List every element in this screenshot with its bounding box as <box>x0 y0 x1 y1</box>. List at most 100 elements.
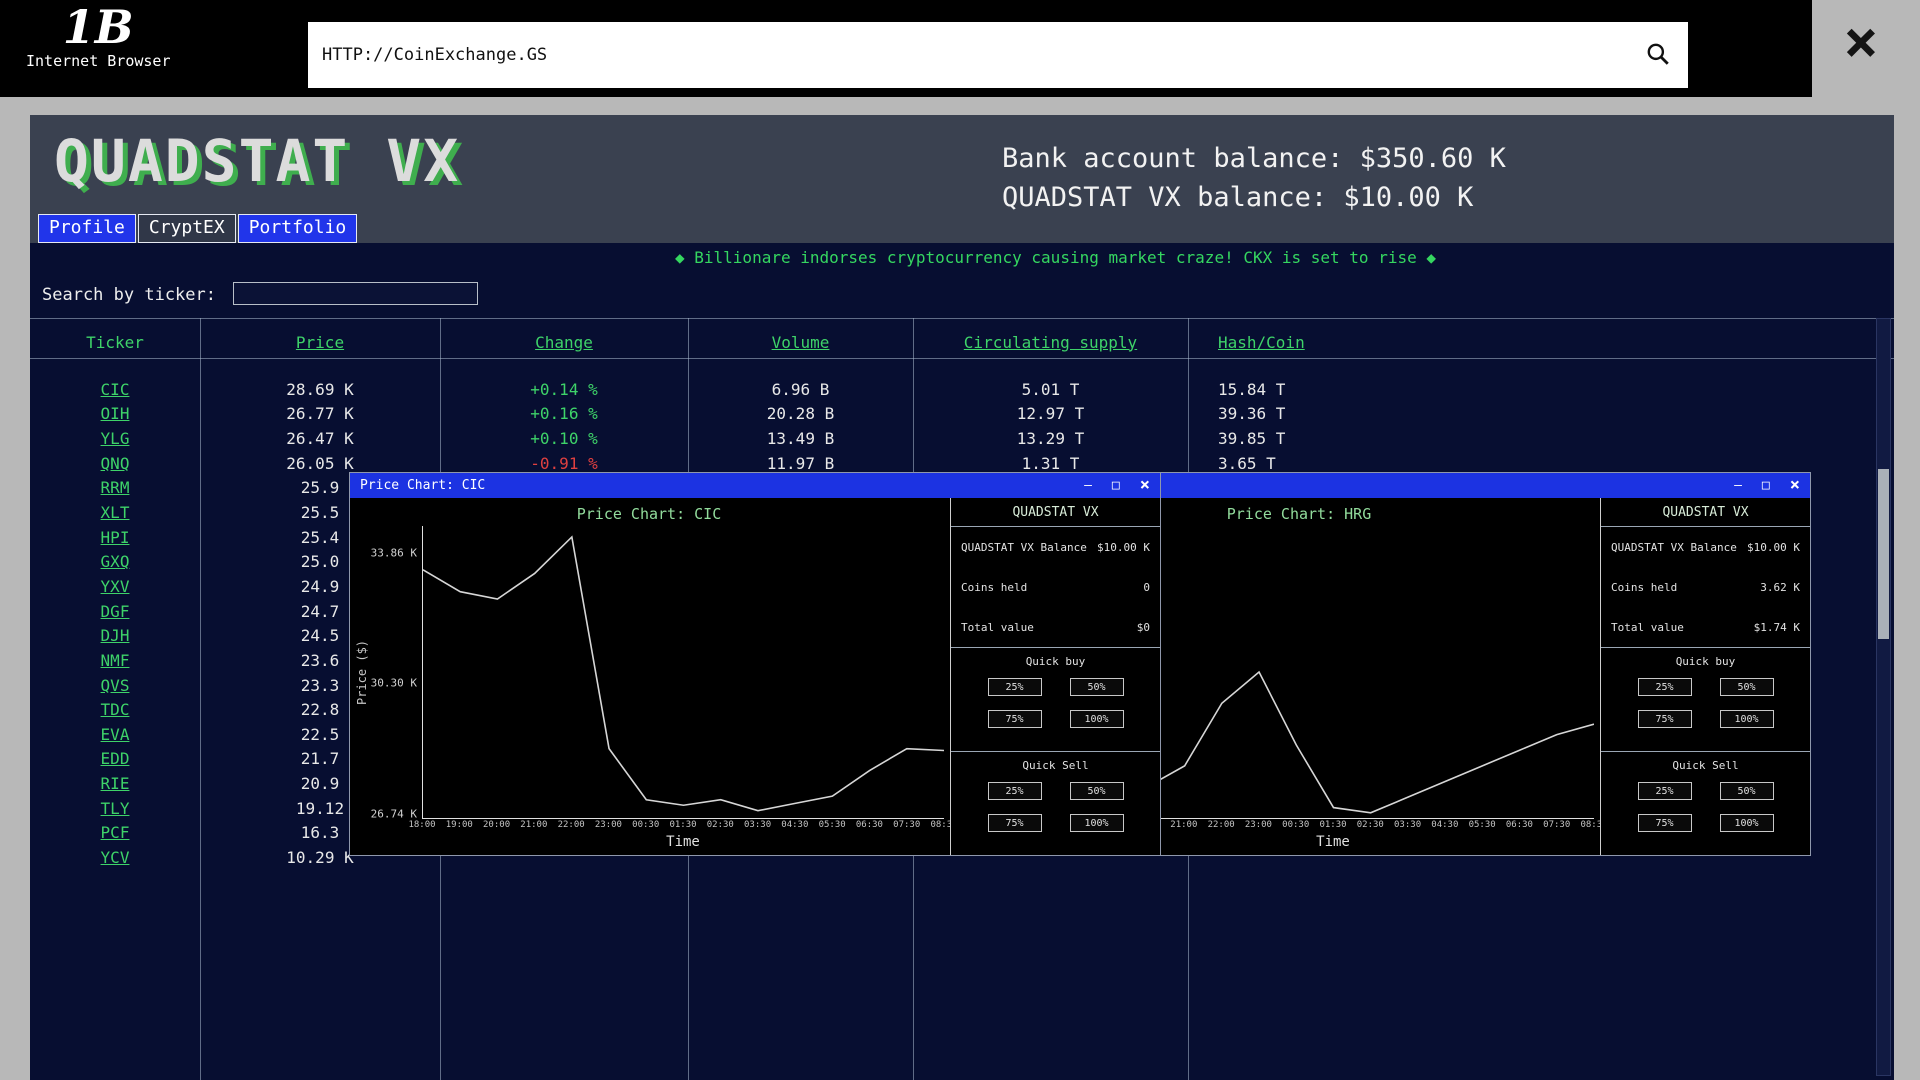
maximize-icon[interactable]: □ <box>1762 479 1770 492</box>
column-header-circulating-supply[interactable]: Circulating supply <box>913 333 1188 352</box>
quick-buy-label: Quick buy <box>1026 655 1086 668</box>
supply-cell: 5.01 T <box>913 380 1188 399</box>
change-cell: +0.14 % <box>440 380 688 399</box>
x-tick-label: 01:30 <box>669 820 696 830</box>
browser-chrome: 1B Internet Browser <box>0 0 1812 97</box>
balance-row: QUADSTAT VX Balance $10.00 K <box>1601 527 1810 567</box>
y-tick-label: 26.74 K <box>371 807 417 820</box>
table-row: YLG26.47 K+0.10 %13.49 B13.29 T39.85 T <box>30 426 1894 451</box>
x-tick-label: 19:00 <box>446 820 473 830</box>
price-cell: 26.47 K <box>200 429 440 448</box>
quick-buy-50-button[interactable]: 50% <box>1070 678 1124 696</box>
ticker-link[interactable]: HPI <box>30 528 200 547</box>
ticker-link[interactable]: RRM <box>30 478 200 497</box>
hash-cell: 15.84 T <box>1188 380 1894 399</box>
page-title: QUADSTAT VX <box>54 127 460 195</box>
x-tick-label: 02:30 <box>707 820 734 830</box>
search-button[interactable] <box>1642 39 1674 71</box>
ticker-link[interactable]: PCF <box>30 823 200 842</box>
total-value-label: Total value <box>1611 621 1684 634</box>
screen: 1B Internet Browser × QUADSTAT VX Bank a… <box>0 0 1920 1080</box>
ticker-link[interactable]: RIE <box>30 774 200 793</box>
window-controls: — □ × <box>1734 477 1800 494</box>
quick-sell-label: Quick Sell <box>1022 759 1088 772</box>
change-cell: +0.16 % <box>440 404 688 423</box>
ticker-link[interactable]: CIC <box>30 380 200 399</box>
ticker-link[interactable]: XLT <box>30 503 200 522</box>
quick-sell-buttons: 25% 50% 75% 100% <box>1638 782 1774 832</box>
hash-cell: 3.65 T <box>1188 454 1894 473</box>
price-cell: 28.69 K <box>200 380 440 399</box>
browser-close-button[interactable]: × <box>1822 2 1900 80</box>
browser-logo: 1B Internet Browser <box>26 2 171 70</box>
vx-balance: QUADSTAT VX balance: $10.00 K <box>1002 178 1506 217</box>
volume-cell: 6.96 B <box>688 380 913 399</box>
quick-sell-50-button[interactable]: 50% <box>1720 782 1774 800</box>
x-tick-label: 08:30 <box>930 820 950 830</box>
balance-label: QUADSTAT VX Balance <box>961 541 1087 554</box>
supply-cell: 1.31 T <box>913 454 1188 473</box>
quick-buy-75-button[interactable]: 75% <box>1638 710 1692 728</box>
quick-sell-25-button[interactable]: 25% <box>988 782 1042 800</box>
quick-sell-75-button[interactable]: 75% <box>1638 814 1692 832</box>
ticker-link[interactable]: OIH <box>30 404 200 423</box>
price-cell: 26.05 K <box>200 454 440 473</box>
tab-portfolio[interactable]: Portfolio <box>238 214 358 243</box>
x-tick-label: 06:30 <box>1506 820 1533 830</box>
quick-buy-buttons: 25% 50% 75% 100% <box>1638 678 1774 728</box>
table-header-row: TickerPriceChangeVolumeCirculating suppl… <box>30 329 1894 355</box>
total-value-label: Total value <box>961 621 1034 634</box>
url-input[interactable] <box>322 45 1642 65</box>
ticker-link[interactable]: YLG <box>30 429 200 448</box>
ticker-link[interactable]: EDD <box>30 749 200 768</box>
ticker-search-input[interactable] <box>233 282 478 305</box>
column-header-hash-coin[interactable]: Hash/Coin <box>1188 333 1894 352</box>
ticker-link[interactable]: QNQ <box>30 454 200 473</box>
coins-held-row: Coins held 0 <box>951 567 1160 607</box>
maximize-icon[interactable]: □ <box>1112 479 1120 492</box>
quick-buy-25-button[interactable]: 25% <box>1638 678 1692 696</box>
x-tick-label: 06:30 <box>856 820 883 830</box>
tab-profile[interactable]: Profile <box>38 214 136 243</box>
quick-buy-50-button[interactable]: 50% <box>1720 678 1774 696</box>
scrollbar-track[interactable] <box>1876 318 1891 1076</box>
quick-sell-100-button[interactable]: 100% <box>1070 814 1124 832</box>
quick-buy-75-button[interactable]: 75% <box>988 710 1042 728</box>
ticker-link[interactable]: NMF <box>30 651 200 670</box>
ticker-link[interactable]: YCV <box>30 848 200 867</box>
scrollbar-thumb[interactable] <box>1878 469 1889 639</box>
ticker-link[interactable]: DJH <box>30 626 200 645</box>
chart-area: Price Chart: CIC Price ($) 33.86 K30.30 … <box>350 498 950 855</box>
trade-panel-title: QUADSTAT VX <box>951 498 1160 527</box>
column-header-price[interactable]: Price <box>200 333 440 352</box>
ticker-link[interactable]: YXV <box>30 577 200 596</box>
ticker-link[interactable]: GXQ <box>30 552 200 571</box>
minimize-icon[interactable]: — <box>1734 479 1742 492</box>
x-tick-label: 04:30 <box>781 820 808 830</box>
tab-bar: Profile CryptEX Portfolio <box>38 214 357 243</box>
window-titlebar[interactable]: Price Chart: CIC — □ × <box>350 473 1160 498</box>
hash-cell: 39.85 T <box>1188 429 1894 448</box>
ticker-link[interactable]: TLY <box>30 799 200 818</box>
quick-sell-75-button[interactable]: 75% <box>988 814 1042 832</box>
quick-sell-25-button[interactable]: 25% <box>1638 782 1692 800</box>
quick-buy-100-button[interactable]: 100% <box>1070 710 1124 728</box>
quick-sell-label: Quick Sell <box>1672 759 1738 772</box>
quick-buy-25-button[interactable]: 25% <box>988 678 1042 696</box>
quick-sell-50-button[interactable]: 50% <box>1070 782 1124 800</box>
column-header-volume[interactable]: Volume <box>688 333 913 352</box>
ticker-link[interactable]: DGF <box>30 602 200 621</box>
ticker-link[interactable]: TDC <box>30 700 200 719</box>
column-header-change[interactable]: Change <box>440 333 688 352</box>
ticker-link[interactable]: EVA <box>30 725 200 744</box>
minimize-icon[interactable]: — <box>1084 479 1092 492</box>
trade-panel: QUADSTAT VX QUADSTAT VX Balance $10.00 K… <box>1600 498 1810 855</box>
close-icon[interactable]: × <box>1790 477 1800 494</box>
close-icon[interactable]: × <box>1140 477 1150 494</box>
quick-sell-100-button[interactable]: 100% <box>1720 814 1774 832</box>
x-tick-label: 00:30 <box>632 820 659 830</box>
tab-cryptex[interactable]: CryptEX <box>138 214 236 243</box>
ticker-link[interactable]: QVS <box>30 676 200 695</box>
quick-buy-100-button[interactable]: 100% <box>1720 710 1774 728</box>
x-tick-label: 23:00 <box>1245 820 1272 830</box>
